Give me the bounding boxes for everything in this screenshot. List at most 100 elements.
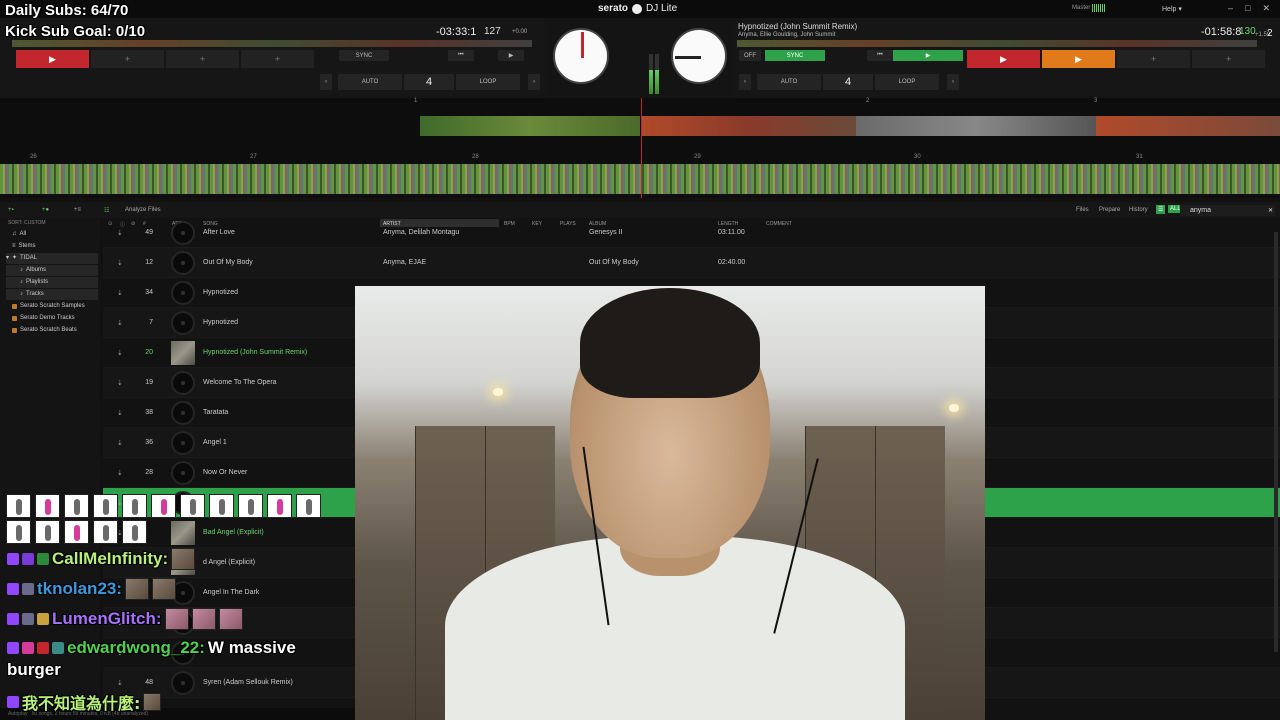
track-number: 28 bbox=[145, 469, 153, 476]
deck-1-platter[interactable] bbox=[553, 28, 609, 84]
deck-2-loop-next-button[interactable]: › bbox=[947, 74, 959, 90]
library-view-icon[interactable]: ☷ bbox=[104, 207, 109, 214]
parallel-waveform-overview[interactable]: 1 2 3 bbox=[0, 98, 1280, 154]
deck-2-sync-button[interactable]: SYNC bbox=[765, 50, 825, 61]
main-waveform[interactable]: 26 27 28 29 30 31 bbox=[0, 154, 1280, 198]
track-list-scrollbar[interactable] bbox=[1274, 232, 1278, 652]
deck-2-cue-pad-3[interactable]: + bbox=[1117, 50, 1190, 68]
playhead bbox=[641, 98, 642, 154]
deck-2-loop-length[interactable]: 4 bbox=[823, 74, 873, 90]
drag-handle-icon[interactable]: ⇣ bbox=[117, 469, 123, 477]
deck-1-loop-length[interactable]: 4 bbox=[404, 74, 454, 90]
album-art bbox=[171, 371, 195, 395]
deck-2-number: 2 bbox=[1267, 28, 1273, 39]
track-song: Angel 1 bbox=[203, 439, 227, 446]
track-length: 03:11.00 bbox=[718, 229, 745, 236]
sidebar-item-tracks[interactable]: ♪ Tracks bbox=[6, 289, 98, 300]
deck-2-auto-loop-button[interactable]: AUTO bbox=[757, 74, 821, 90]
bar-marker: 30 bbox=[914, 154, 921, 160]
track-number: 19 bbox=[145, 379, 153, 386]
deck-2-loop-prev-button[interactable]: ‹ bbox=[739, 74, 751, 90]
dancing-emote bbox=[6, 520, 31, 544]
deck-2-off-button[interactable]: OFF bbox=[739, 50, 761, 61]
deck-1-loop-next-button[interactable]: › bbox=[528, 74, 540, 90]
help-menu[interactable]: Help ▾ bbox=[1162, 5, 1182, 13]
sidebar-item-scratch-samples[interactable]: Serato Scratch Samples bbox=[12, 301, 85, 312]
maximize-icon[interactable]: □ bbox=[1245, 3, 1250, 14]
chat-emote bbox=[143, 693, 162, 711]
sub-badge-icon bbox=[22, 583, 34, 595]
deck-1-loop-prev-button[interactable]: ‹ bbox=[320, 74, 332, 90]
tab-history[interactable]: History bbox=[1129, 207, 1148, 213]
track-album: Out Of My Body bbox=[589, 259, 639, 266]
deck-2-loop-button[interactable]: LOOP bbox=[875, 74, 939, 90]
deck-1-cue-pad-1[interactable]: ▶ bbox=[16, 50, 89, 68]
sidebar-item-demo-tracks[interactable]: Serato Demo Tracks bbox=[12, 313, 75, 324]
close-icon[interactable]: ✕ bbox=[1262, 3, 1270, 14]
deck-1-cue-pad-4[interactable]: + bbox=[241, 50, 314, 68]
clear-search-icon[interactable]: ✕ bbox=[1268, 207, 1273, 214]
list-view-icon[interactable]: ☰ bbox=[1156, 205, 1166, 214]
deck-1-cue-pad-3[interactable]: + bbox=[166, 50, 239, 68]
deck-1-auto-loop-button[interactable]: AUTO bbox=[338, 74, 402, 90]
deck-2-overview-waveform[interactable] bbox=[737, 40, 1257, 47]
add-crate-icon[interactable]: +▪ bbox=[8, 207, 14, 213]
deck-2-cue-pad-4[interactable]: + bbox=[1192, 50, 1265, 68]
deck-1-prev-track-button[interactable]: ⏮ bbox=[448, 50, 474, 61]
drag-handle-icon[interactable]: ⇣ bbox=[117, 439, 123, 447]
deck-2-prev-track-button[interactable]: ⏮ bbox=[867, 50, 893, 61]
track-number: 12 bbox=[145, 259, 153, 266]
sidebar-item-stems[interactable]: ≡ Stems bbox=[12, 241, 36, 252]
drag-handle-icon[interactable]: ⇣ bbox=[117, 229, 123, 237]
gift-badge-icon bbox=[52, 642, 64, 654]
product-name: DJ Lite bbox=[646, 3, 678, 14]
tab-prepare[interactable]: Prepare bbox=[1099, 207, 1120, 213]
sidebar-item-albums[interactable]: ♪ Albums bbox=[6, 265, 98, 276]
deck-2-play-button[interactable]: ▶ bbox=[893, 50, 963, 61]
analyze-files-button[interactable]: Analyze Files bbox=[125, 207, 161, 213]
sidebar-item-label: Tracks bbox=[26, 291, 44, 297]
gift-badge-icon bbox=[37, 613, 49, 625]
deck-2: Hypnotized (John Summit Remix) Anyma, El… bbox=[735, 18, 1280, 98]
deck-1-loop-button[interactable]: LOOP bbox=[456, 74, 520, 90]
beat-marker: 1 bbox=[414, 98, 418, 104]
drag-handle-icon[interactable]: ⇣ bbox=[117, 259, 123, 267]
deck-1-overview-waveform[interactable] bbox=[12, 40, 532, 47]
track-album: Genesys II bbox=[589, 229, 623, 236]
sidebar-item-all[interactable]: ♫ All bbox=[12, 229, 26, 240]
chat-username: edwardwong_22: bbox=[67, 638, 205, 657]
sidebar-item-tidal[interactable]: ▾ ✦ TIDAL bbox=[6, 253, 98, 264]
add-smart-crate-icon[interactable]: +● bbox=[42, 207, 49, 213]
sidebar-item-playlists[interactable]: ♪ Playlists bbox=[6, 277, 98, 288]
deck-1-sync-button[interactable]: SYNC bbox=[339, 50, 389, 61]
track-number: 7 bbox=[149, 319, 153, 326]
deck-2-platter[interactable] bbox=[671, 28, 727, 84]
streamer-hair bbox=[580, 288, 760, 398]
albums-icon: ♪ bbox=[20, 267, 23, 273]
add-subcrate-icon[interactable]: +≡ bbox=[74, 207, 81, 213]
waveform-bars bbox=[0, 164, 1280, 194]
search-input[interactable]: anyma bbox=[1180, 205, 1275, 216]
drag-handle-icon[interactable]: ⇣ bbox=[117, 319, 123, 327]
deck-1-cue-pad-2[interactable]: + bbox=[91, 50, 164, 68]
table-row[interactable]: ⇣ 12 Out Of My Body Anyma, EJAE Out Of My Bo… bbox=[103, 248, 1280, 278]
deck-2-cue-pad-1[interactable]: ▶ bbox=[967, 50, 1040, 68]
drag-handle-icon[interactable]: ⇣ bbox=[117, 379, 123, 387]
dancing-emote bbox=[180, 494, 205, 518]
track-song: Out Of My Body bbox=[203, 259, 253, 266]
table-row[interactable]: ⇣ 49 After Love Anyma, Delilah Montagu Genes… bbox=[103, 218, 1280, 248]
drag-handle-icon[interactable]: ⇣ bbox=[117, 289, 123, 297]
chat-message: tknolan23: bbox=[7, 578, 177, 600]
minimize-icon[interactable]: – bbox=[1228, 3, 1233, 14]
drag-handle-icon[interactable]: ⇣ bbox=[117, 409, 123, 417]
sidebar-item-scratch-beats[interactable]: Serato Scratch Beats bbox=[12, 325, 77, 336]
deck-1-play-button[interactable]: ▶ bbox=[498, 50, 524, 61]
chat-message: LumenGlitch: bbox=[7, 608, 243, 630]
drag-handle-icon[interactable]: ⇣ bbox=[117, 349, 123, 357]
deck-1-waveform-segment bbox=[420, 116, 640, 136]
deck-2-cue-pad-2[interactable]: ▶ bbox=[1042, 50, 1115, 68]
track-song: Hypnotized bbox=[203, 319, 239, 326]
dancing-emote bbox=[93, 494, 118, 518]
dancing-emote bbox=[64, 494, 89, 518]
tab-files[interactable]: Files bbox=[1076, 207, 1089, 213]
